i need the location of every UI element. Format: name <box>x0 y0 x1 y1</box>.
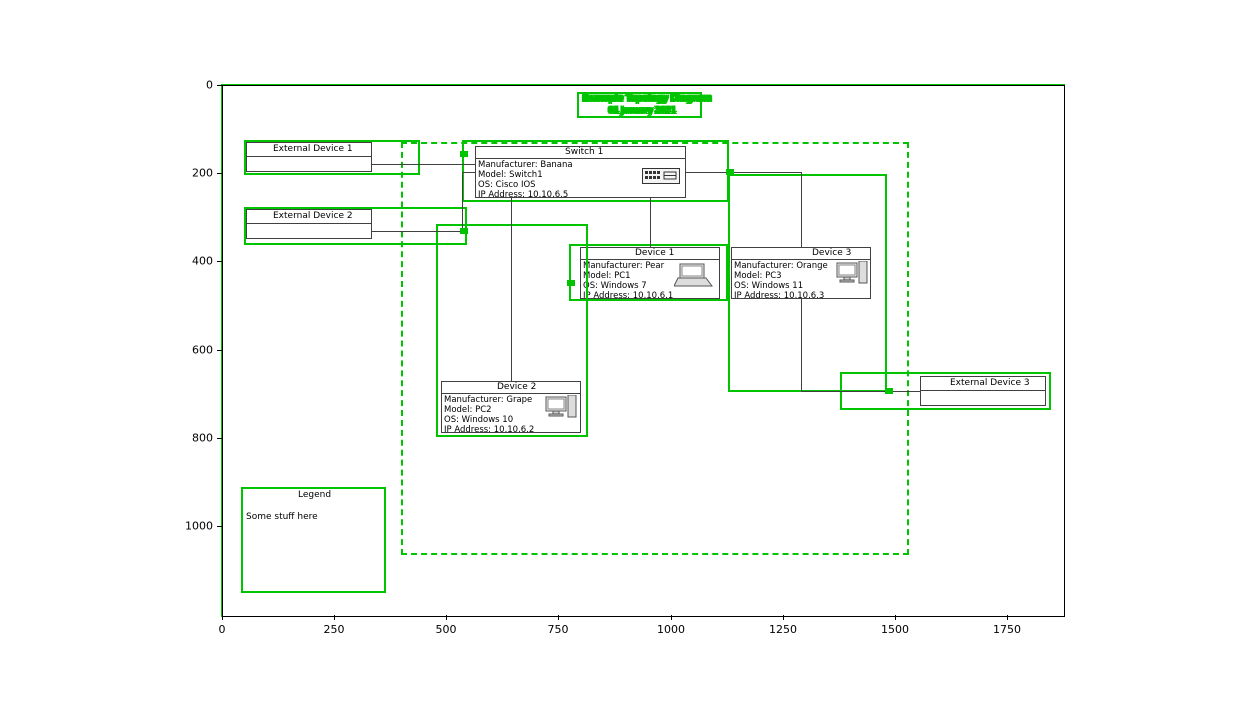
device-2-box <box>436 224 588 437</box>
legend-body: Some stuff here <box>246 512 318 522</box>
switch-1-box <box>462 140 729 202</box>
x-tick-750: 750 <box>548 623 569 636</box>
x-tick-1750: 1750 <box>993 623 1021 636</box>
y-tick-200: 200 <box>189 167 213 180</box>
legend-box <box>241 487 386 593</box>
device-1-box <box>569 244 728 301</box>
y-tick-600: 600 <box>189 344 213 357</box>
x-tick-1250: 1250 <box>769 623 797 636</box>
y-tick-1000: 1000 <box>183 520 213 533</box>
diagram-subtitle: 01 January 2021 <box>608 106 675 116</box>
y-tick-800: 800 <box>189 432 213 445</box>
external-device-2-box <box>244 207 467 245</box>
device-3-box <box>728 174 887 392</box>
x-tick-500: 500 <box>436 623 457 636</box>
external-device-1-box <box>244 140 420 175</box>
legend-title: Legend <box>298 490 331 500</box>
x-tick-250: 250 <box>324 623 345 636</box>
diagram-title: Example Topology Diagram <box>582 93 711 104</box>
x-tick-1500: 1500 <box>881 623 909 636</box>
y-tick-0: 0 <box>198 79 213 92</box>
y-tick-400: 400 <box>189 255 213 268</box>
diagram-root: 0 250 500 750 1000 1250 1500 1750 0 200 … <box>0 0 1255 701</box>
x-tick-0: 0 <box>219 623 226 636</box>
x-tick-1000: 1000 <box>657 623 685 636</box>
